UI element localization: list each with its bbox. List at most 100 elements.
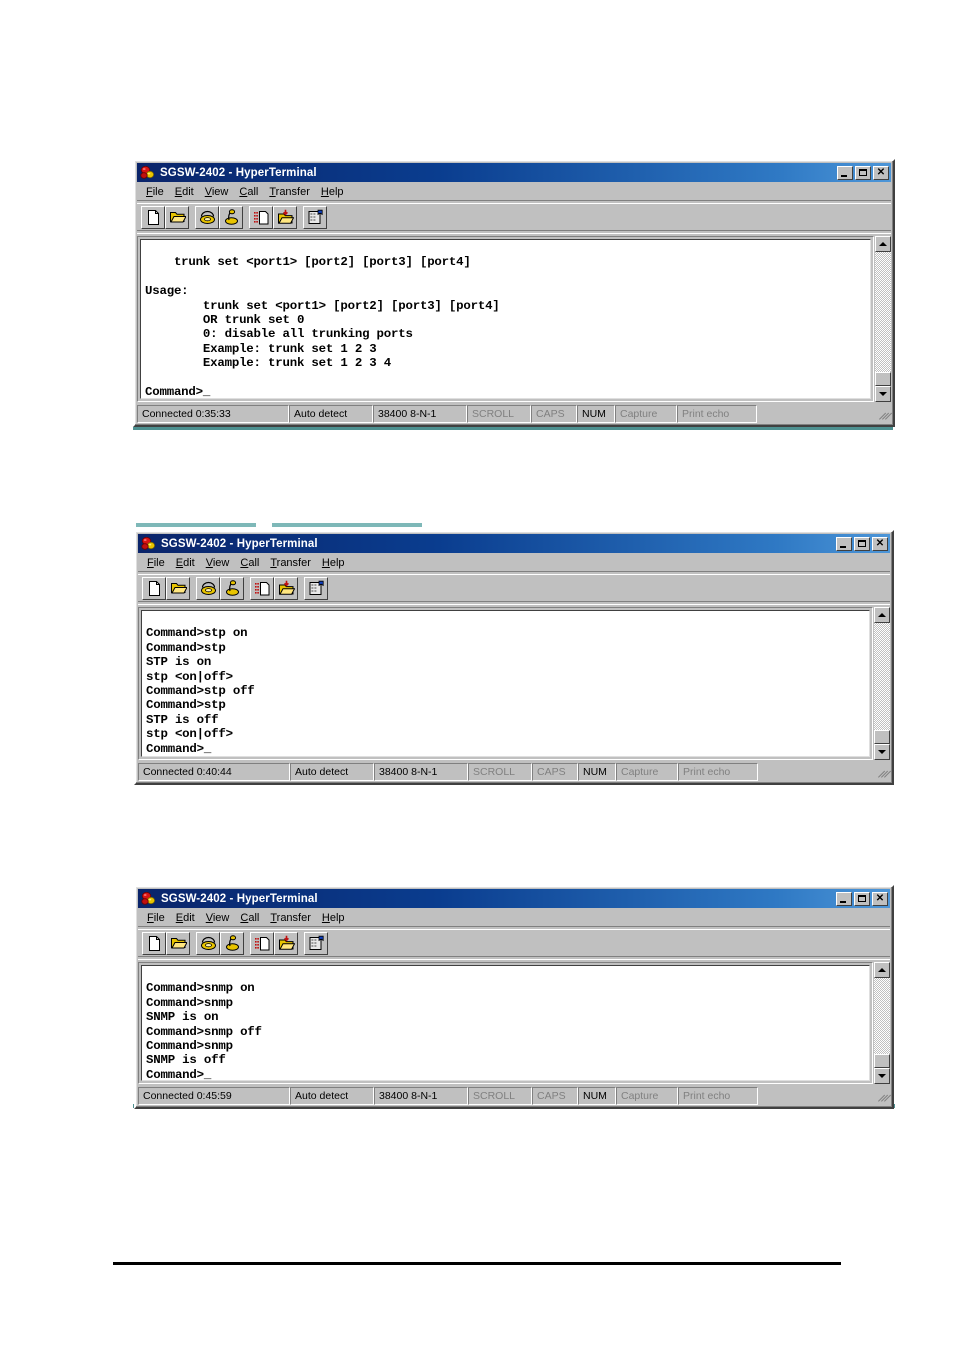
new-connection-button[interactable] [141, 205, 165, 229]
menu-item-transfer[interactable]: Transfer [265, 911, 317, 925]
menu-item-call[interactable]: Call [234, 185, 264, 199]
terminal-frame: Command>stp on Command>stp STP is on stp… [138, 607, 873, 760]
scrollbar-thumb[interactable] [874, 1054, 890, 1068]
status-line-settings: 38400 8-N-1 [373, 405, 467, 423]
open-folder-button[interactable] [166, 576, 190, 600]
scrollbar-track[interactable] [874, 623, 890, 730]
disconnect-button[interactable] [220, 576, 244, 600]
menu-item-transfer[interactable]: Transfer [265, 556, 317, 570]
scan-artifact-strip-3 [272, 523, 422, 527]
window-title: SGSW-2402 - HyperTerminal [161, 892, 318, 905]
properties-button[interactable] [304, 931, 328, 955]
close-button[interactable]: ✕ [872, 536, 888, 551]
menubar[interactable]: File Edit View Call Transfer Help [138, 554, 890, 571]
terminal-output: Command>snmp on Command>snmp SNMP is on … [146, 981, 262, 1081]
send-file-button[interactable] [250, 931, 274, 955]
maximize-button[interactable] [854, 536, 870, 551]
resize-grip-icon[interactable] [876, 1089, 892, 1103]
titlebar[interactable]: SGSW-2402 - HyperTerminal ✕ [137, 163, 891, 182]
menu-item-edit[interactable]: Edit [170, 185, 200, 199]
menu-item-view[interactable]: View [201, 556, 236, 570]
minimize-button[interactable] [836, 891, 852, 906]
scroll-down-arrow-icon[interactable] [874, 744, 890, 760]
close-button[interactable]: ✕ [873, 165, 889, 180]
scroll-down-arrow-icon[interactable] [875, 386, 891, 402]
call-button[interactable] [196, 931, 220, 955]
close-button[interactable]: ✕ [872, 891, 888, 906]
terminal-screen[interactable]: trunk set <port1> [port2] [port3] [port4… [140, 239, 871, 399]
call-button[interactable] [195, 205, 219, 229]
menu-item-help[interactable]: Help [317, 556, 351, 570]
window-title: SGSW-2402 - HyperTerminal [160, 166, 317, 179]
scroll-up-arrow-icon[interactable] [875, 236, 891, 252]
menu-item-edit[interactable]: Edit [171, 911, 201, 925]
disconnect-button[interactable] [219, 205, 243, 229]
menu-item-help[interactable]: Help [316, 185, 350, 199]
menubar[interactable]: File Edit View Call Transfer Help [137, 183, 891, 200]
toolbar[interactable] [138, 930, 890, 956]
receive-file-button[interactable] [274, 931, 298, 955]
hyperterminal-window-stp[interactable]: SGSW-2402 - HyperTerminal ✕ File Edit Vi… [134, 530, 894, 785]
scrollbar-thumb[interactable] [874, 730, 890, 744]
scroll-up-arrow-icon[interactable] [874, 607, 890, 623]
status-line-settings: 38400 8-N-1 [374, 1087, 468, 1105]
receive-file-button[interactable] [274, 576, 298, 600]
status-connected: Connected 0:40:44 [138, 763, 290, 781]
send-file-button[interactable] [249, 205, 273, 229]
maximize-button[interactable] [854, 891, 870, 906]
terminal-client-area: Command>stp on Command>stp STP is on stp… [138, 607, 890, 760]
maximize-button[interactable] [855, 165, 871, 180]
status-scroll: SCROLL [468, 763, 532, 781]
scrollbar-track[interactable] [874, 978, 890, 1054]
status-caps: CAPS [532, 1087, 578, 1105]
titlebar[interactable]: SGSW-2402 - HyperTerminal ✕ [138, 889, 890, 908]
resize-grip-icon[interactable] [877, 407, 893, 421]
menu-item-view[interactable]: View [201, 911, 236, 925]
status-num: NUM [578, 1087, 616, 1105]
properties-button[interactable] [303, 205, 327, 229]
footer-separator-rule [113, 1262, 841, 1265]
menu-item-help[interactable]: Help [317, 911, 351, 925]
menu-item-edit[interactable]: Edit [171, 556, 201, 570]
menu-item-call[interactable]: Call [235, 556, 265, 570]
menu-item-file[interactable]: File [142, 556, 171, 570]
disconnect-button[interactable] [220, 931, 244, 955]
menu-item-transfer[interactable]: Transfer [264, 185, 316, 199]
status-caps: CAPS [531, 405, 577, 423]
terminal-screen[interactable]: Command>snmp on Command>snmp SNMP is on … [141, 965, 870, 1081]
terminal-vertical-scrollbar[interactable] [875, 236, 891, 402]
menu-item-view[interactable]: View [200, 185, 235, 199]
menu-item-file[interactable]: File [141, 185, 170, 199]
toolbar[interactable] [138, 575, 890, 601]
window-title: SGSW-2402 - HyperTerminal [161, 537, 318, 550]
receive-file-button[interactable] [273, 205, 297, 229]
menu-item-file[interactable]: File [142, 911, 171, 925]
scroll-down-arrow-icon[interactable] [874, 1068, 890, 1084]
hyperterminal-icon [140, 165, 156, 181]
toolbar[interactable] [137, 204, 891, 230]
hyperterminal-window-snmp[interactable]: SGSW-2402 - HyperTerminal ✕ File Edit Vi… [134, 885, 894, 1109]
titlebar[interactable]: SGSW-2402 - HyperTerminal ✕ [138, 534, 890, 553]
new-connection-button[interactable] [142, 931, 166, 955]
send-file-button[interactable] [250, 576, 274, 600]
minimize-button[interactable] [837, 165, 853, 180]
scrollbar-track[interactable] [875, 252, 891, 372]
minimize-button[interactable] [836, 536, 852, 551]
status-scroll: SCROLL [468, 1087, 532, 1105]
scrollbar-thumb[interactable] [875, 372, 891, 386]
call-button[interactable] [196, 576, 220, 600]
terminal-vertical-scrollbar[interactable] [874, 607, 890, 760]
open-folder-button[interactable] [165, 205, 189, 229]
new-connection-button[interactable] [142, 576, 166, 600]
terminal-vertical-scrollbar[interactable] [874, 962, 890, 1084]
resize-grip-icon[interactable] [876, 765, 892, 779]
menubar[interactable]: File Edit View Call Transfer Help [138, 909, 890, 926]
open-folder-button[interactable] [166, 931, 190, 955]
hyperterminal-window-trunk-set[interactable]: SGSW-2402 - HyperTerminal ✕ File Edit Vi… [133, 159, 895, 427]
properties-button[interactable] [304, 576, 328, 600]
status-connected: Connected 0:45:59 [138, 1087, 290, 1105]
statusbar: Connected 0:35:33 Auto detect 38400 8-N-… [137, 404, 893, 424]
scroll-up-arrow-icon[interactable] [874, 962, 890, 978]
terminal-screen[interactable]: Command>stp on Command>stp STP is on stp… [141, 610, 870, 757]
menu-item-call[interactable]: Call [235, 911, 265, 925]
